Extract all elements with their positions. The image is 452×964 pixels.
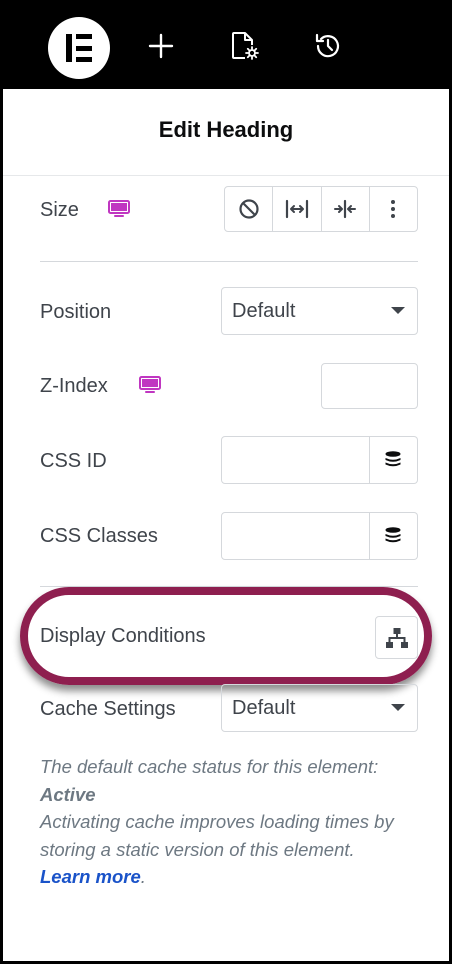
panel-title: Edit Heading: [158, 117, 294, 142]
cache-settings-value: Default: [232, 696, 296, 719]
plus-icon[interactable]: [144, 29, 178, 63]
elementor-logo-icon[interactable]: [48, 17, 110, 79]
display-conditions-label: Display Conditions: [40, 625, 206, 647]
description-period: .: [140, 866, 146, 887]
history-icon[interactable]: [311, 29, 345, 63]
size-button-group: [224, 186, 418, 232]
sitemap-icon: [385, 627, 408, 648]
learn-more-link[interactable]: Learn more: [40, 866, 141, 887]
cache-settings-select[interactable]: Default: [221, 684, 418, 732]
inline-icon[interactable]: [322, 187, 370, 231]
size-label: Size: [40, 199, 79, 221]
full-width-icon[interactable]: [273, 187, 322, 231]
css-classes-label: CSS Classes: [40, 525, 158, 547]
cache-status: Active: [40, 783, 96, 805]
display-conditions-button[interactable]: [375, 616, 418, 659]
editor-panel: Edit Heading Size Position Default Z-Ind…: [3, 3, 449, 961]
chevron-down-icon: [391, 704, 405, 711]
chevron-down-icon: [391, 307, 405, 314]
more-options-icon[interactable]: [370, 187, 417, 231]
dynamic-tags-button[interactable]: [369, 436, 418, 484]
z-index-input[interactable]: [321, 363, 418, 409]
position-select-value: Default: [232, 299, 296, 322]
position-label: Position: [40, 301, 112, 323]
dynamic-tags-icon: [385, 451, 401, 467]
position-select[interactable]: Default: [221, 287, 418, 335]
dynamic-tags-icon: [385, 527, 401, 543]
top-toolbar: [3, 3, 449, 89]
cache-settings-label: Cache Settings: [40, 698, 176, 720]
z-index-label: Z-Index: [40, 375, 108, 397]
none-icon[interactable]: [225, 187, 274, 231]
css-id-input[interactable]: [221, 436, 370, 484]
cache-description: The default cache status for this elemen…: [40, 753, 420, 891]
css-id-label: CSS ID: [40, 450, 107, 472]
dynamic-tags-button[interactable]: [369, 512, 418, 560]
description-line1: The default cache status for this elemen…: [40, 756, 379, 777]
header-divider: [3, 175, 449, 176]
desktop-icon[interactable]: [139, 376, 161, 394]
section-divider: [40, 261, 418, 262]
desktop-icon[interactable]: [108, 200, 130, 218]
page-settings-icon[interactable]: [227, 29, 261, 63]
description-line2: Activating cache improves loading times …: [40, 811, 394, 860]
css-classes-input[interactable]: [221, 512, 370, 560]
